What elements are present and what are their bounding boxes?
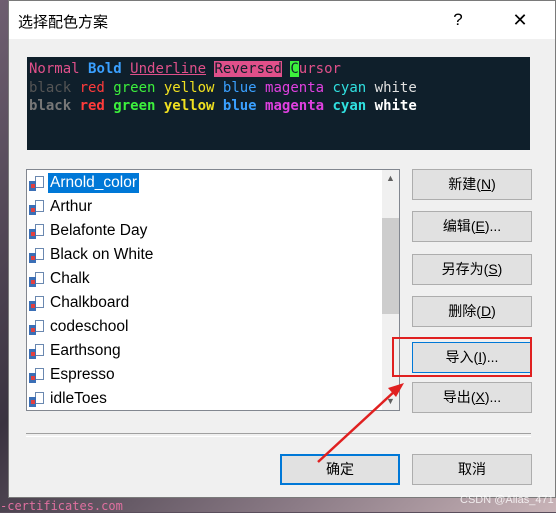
export-button[interactable]: 导出(X)... [412, 382, 532, 413]
list-item-label: codeschool [50, 318, 129, 335]
list-item-label: Arnold_color [48, 173, 140, 193]
list-item[interactable]: Arnold_color [29, 172, 140, 194]
list-item[interactable]: Arthur [29, 196, 94, 218]
preview-segment: green [113, 79, 164, 96]
color-scheme-icon [29, 223, 45, 239]
preview-line-bold-colors: black red green yellow blue magenta cyan… [29, 97, 530, 116]
color-preview: Normal Bold Underline Reversed Cursor bl… [27, 57, 530, 150]
color-scheme-icon [29, 343, 45, 359]
color-scheme-dialog: 选择配色方案 ? ✕ Normal Bold Underline Reverse… [8, 0, 556, 498]
preview-line-normal-colors: black red green yellow blue magenta cyan… [29, 79, 530, 98]
close-button[interactable]: ✕ [507, 7, 533, 33]
preview-segment: red [79, 98, 114, 114]
list-item-label: Earthsong [50, 342, 121, 359]
watermark-right: CSDN @Alias_471 [460, 494, 554, 506]
preview-segment: green [113, 98, 164, 114]
preview-line-styles: Normal Bold Underline Reversed Cursor [29, 60, 530, 79]
color-scheme-icon [29, 199, 45, 215]
preview-segment: cyan [332, 79, 375, 96]
color-scheme-icon [29, 319, 45, 335]
list-item-label: Chalkboard [50, 294, 130, 311]
preview-segment: magenta [265, 98, 333, 114]
preview-segment: black [29, 79, 80, 96]
preview-segment: blue [222, 79, 266, 96]
preview-segment: yellow [163, 79, 223, 96]
preview-segment: yellow [163, 98, 223, 114]
import-button[interactable]: 导入(I)... [412, 342, 532, 373]
color-scheme-icon [29, 367, 45, 383]
list-item-label: idleToes [50, 390, 107, 407]
list-item-label: Chalk [50, 270, 90, 287]
preview-segment: red [79, 79, 114, 96]
preview-segment: Underline [130, 61, 207, 77]
help-button[interactable]: ? [445, 7, 471, 33]
scroll-down-icon[interactable]: ▼ [382, 393, 399, 410]
preview-segment: cyan [332, 98, 375, 114]
list-item[interactable]: Belafonte Day [29, 220, 149, 242]
preview-segment: ursor [298, 61, 341, 77]
preview-segment: C [290, 61, 299, 77]
edit-button[interactable]: 编辑(E)... [412, 211, 532, 242]
preview-segment: Bold [88, 61, 131, 77]
scheme-list-scrollbar[interactable]: ▲ ▼ [382, 170, 399, 410]
list-item[interactable]: Espresso [29, 364, 117, 386]
color-scheme-icon [29, 175, 45, 191]
color-scheme-icon [29, 271, 45, 287]
preview-segment: white [374, 98, 417, 114]
dialog-title: 选择配色方案 [18, 14, 109, 31]
preview-segment: white [374, 79, 417, 96]
save-as-button[interactable]: 另存为(S) [412, 254, 532, 285]
list-item-label: Espresso [50, 366, 115, 383]
divider [26, 433, 531, 437]
color-scheme-icon [29, 391, 45, 407]
list-item-label: Arthur [50, 198, 93, 215]
color-scheme-icon [29, 247, 45, 263]
scroll-up-icon[interactable]: ▲ [382, 170, 399, 187]
list-item[interactable]: idleToes [29, 388, 109, 410]
list-item[interactable]: Black on White [29, 244, 155, 266]
preview-segment: Reversed [214, 61, 282, 77]
cancel-button[interactable]: 取消 [412, 454, 532, 485]
list-item[interactable]: Chalkboard [29, 292, 131, 314]
list-item-label: Black on White [50, 246, 154, 263]
preview-segment: Normal [29, 61, 89, 77]
list-item-label: Belafonte Day [50, 222, 148, 239]
delete-button[interactable]: 删除(D) [412, 296, 532, 327]
list-item[interactable]: Earthsong [29, 340, 123, 362]
preview-segment: blue [222, 98, 266, 114]
list-item[interactable]: codeschool [29, 316, 130, 338]
color-scheme-icon [29, 295, 45, 311]
preview-segment: black [29, 98, 80, 114]
ok-button[interactable]: 确定 [280, 454, 400, 485]
title-bar: 选择配色方案 ? ✕ [9, 1, 555, 39]
scrollbar-thumb[interactable] [382, 218, 399, 314]
watermark-left: -certificates.com [0, 499, 123, 513]
scheme-list[interactable]: Arnold_color Arthur Belafonte Day Black on … [26, 169, 400, 411]
list-item[interactable]: Chalk [29, 268, 92, 290]
new-button[interactable]: 新建(N) [412, 169, 532, 200]
preview-segment: magenta [265, 79, 333, 96]
